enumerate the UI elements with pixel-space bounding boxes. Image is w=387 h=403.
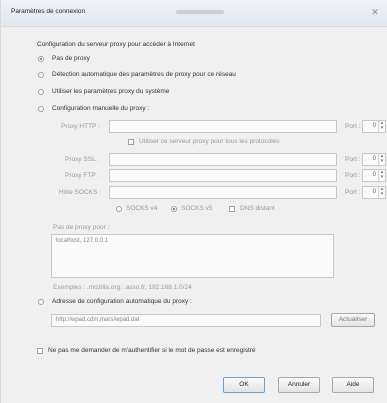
close-icon[interactable]: ✕ xyxy=(368,6,382,18)
socks-v4-label: SOCKS v4 xyxy=(126,205,158,212)
help-button[interactable]: Aide xyxy=(332,377,374,393)
radio-auto-detect-label: Détection automatique des paramètres de … xyxy=(52,71,236,78)
http-port-input[interactable]: 0 ▴ ▾ xyxy=(362,120,386,133)
window-title: Paramètres de connexion xyxy=(11,8,86,15)
radio-manual-proxy-label: Configuration manuelle du proxy : xyxy=(52,105,150,112)
ok-button[interactable]: OK xyxy=(223,377,265,393)
title-bar: Paramètres de connexion ✕ xyxy=(1,0,387,27)
radio-socks-v5[interactable] xyxy=(171,206,177,212)
socks-host-label: Hôte SOCKS : xyxy=(59,189,101,196)
ssl-port-label: Port : xyxy=(345,156,361,163)
ftp-port-label: Port : xyxy=(345,172,361,179)
ssl-proxy-input[interactable] xyxy=(109,153,337,166)
socks-port-value: 0 xyxy=(372,189,376,195)
ftp-port-value: 0 xyxy=(372,172,376,178)
use-for-all-checkbox[interactable] xyxy=(128,139,134,145)
dont-prompt-label: Ne pas me demander de m'authentifier si … xyxy=(48,347,256,354)
remote-dns-checkbox[interactable] xyxy=(229,206,235,212)
connection-settings-dialog: Paramètres de connexion ✕ Configuration … xyxy=(0,0,387,403)
ssl-port-spinner[interactable]: ▴ ▾ xyxy=(378,154,385,165)
socks-port-spinner[interactable]: ▴ ▾ xyxy=(378,187,385,198)
ssl-port-input[interactable]: 0 ▴ ▾ xyxy=(362,153,386,166)
http-port-value: 0 xyxy=(372,123,376,129)
ftp-port-spinner[interactable]: ▴ ▾ xyxy=(378,170,385,181)
http-proxy-input[interactable] xyxy=(109,120,337,133)
ftp-proxy-input[interactable] xyxy=(109,169,337,182)
radio-system-proxy-label: Utiliser les paramètres proxy du système xyxy=(52,88,170,95)
socks-port-label: Port : xyxy=(345,189,361,196)
radio-no-proxy[interactable] xyxy=(38,56,44,62)
no-proxy-example: Exemples : .mozilla.org, .asso.fr, 192.1… xyxy=(53,284,192,291)
http-proxy-label: Proxy HTTP : xyxy=(61,123,100,130)
remote-dns-label: DNS distant xyxy=(240,205,275,212)
cancel-button[interactable]: Annuler xyxy=(278,377,320,393)
dont-prompt-checkbox[interactable] xyxy=(37,348,43,354)
radio-manual-proxy[interactable] xyxy=(38,106,44,112)
radio-auto-detect[interactable] xyxy=(38,72,44,78)
no-proxy-for-textarea[interactable]: localhost, 127.0.0.1 xyxy=(51,234,334,278)
socks-v5-label: SOCKS v5 xyxy=(181,205,213,212)
ssl-port-value: 0 xyxy=(372,156,376,162)
radio-system-proxy[interactable] xyxy=(38,89,44,95)
reload-button[interactable]: Actualiser xyxy=(331,313,375,327)
no-proxy-for-value: localhost, 127.0.0.1 xyxy=(56,238,109,244)
section-heading: Configuration du serveur proxy pour accé… xyxy=(37,41,195,48)
radio-socks-v4[interactable] xyxy=(116,206,122,212)
ftp-proxy-label: Proxy FTP : xyxy=(65,172,100,179)
no-proxy-for-label: Pas de proxy pour : xyxy=(53,224,110,231)
radio-auto-config-url-label: Adresse de configuration automatique du … xyxy=(52,298,192,305)
radio-auto-config-url[interactable] xyxy=(38,299,44,305)
socks-port-input[interactable]: 0 ▴ ▾ xyxy=(362,186,386,199)
socks-host-input[interactable] xyxy=(109,186,337,199)
auto-config-url-input[interactable]: http://wpad.cdm.mars/wpad.dat xyxy=(51,314,321,327)
use-for-all-label: Utiliser ce serveur proxy pour tous les … xyxy=(139,138,280,145)
title-bar-blur xyxy=(176,10,224,14)
ftp-port-input[interactable]: 0 ▴ ▾ xyxy=(362,169,386,182)
ssl-proxy-label: Proxy SSL : xyxy=(65,156,100,163)
radio-no-proxy-label: Pas de proxy xyxy=(52,55,90,62)
auto-config-url-value: http://wpad.cdm.mars/wpad.dat xyxy=(56,317,140,323)
http-port-label: Port : xyxy=(345,123,361,130)
http-port-spinner[interactable]: ▴ ▾ xyxy=(378,121,385,132)
